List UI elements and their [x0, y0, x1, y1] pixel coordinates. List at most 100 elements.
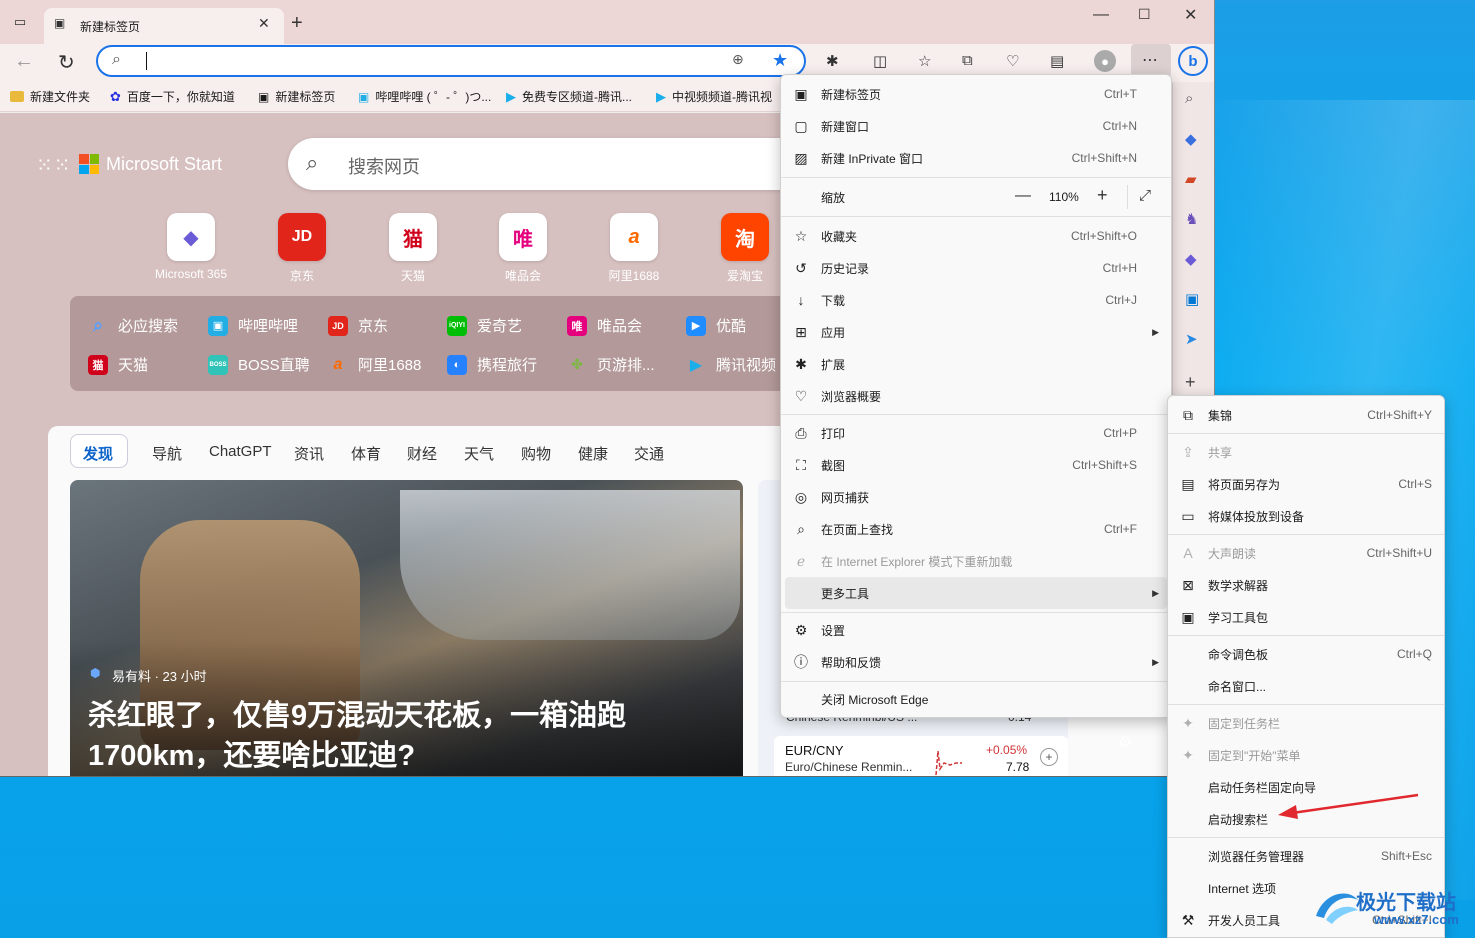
- favorite-item[interactable]: ▣ 新建标签页: [258, 88, 335, 105]
- extensions-toolbar-icon[interactable]: ✱: [826, 52, 839, 70]
- submenu-item-save-page[interactable]: ▤ 将页面另存为 Ctrl+S: [1168, 468, 1444, 500]
- tab-discover[interactable]: 发现: [70, 434, 128, 468]
- favorite-item[interactable]: ▶ 免费专区频道-腾讯...: [506, 88, 632, 105]
- menu-label: 收藏夹: [821, 229, 858, 244]
- menu-item-downloads[interactable]: ↓ 下载 Ctrl+J: [781, 284, 1171, 316]
- quick-link[interactable]: iQIYI 爱奇艺: [447, 315, 522, 336]
- menu-item-settings[interactable]: ⚙ 设置: [781, 614, 1171, 646]
- shortcut-tmall[interactable]: 猫天猫: [388, 213, 438, 284]
- tab-sports[interactable]: 体育: [351, 443, 381, 464]
- refresh-icon[interactable]: ↻: [58, 50, 75, 75]
- split-screen-icon[interactable]: ◫: [873, 52, 887, 70]
- quick-link[interactable]: a 阿里1688: [328, 354, 422, 375]
- maximize-icon[interactable]: ☐: [1138, 6, 1151, 23]
- address-bar[interactable]: ⌕ ⊕ ★: [96, 45, 806, 77]
- menu-item-apps[interactable]: ⊞ 应用 ▶: [781, 316, 1171, 348]
- menu-item-inprivate[interactable]: ▨ 新建 InPrivate 窗口 Ctrl+Shift+N: [781, 142, 1171, 174]
- quick-link[interactable]: ✤ 页游排...: [567, 354, 654, 375]
- zoom-indicator-icon[interactable]: ⊕: [732, 51, 744, 68]
- shortcut-jd[interactable]: JD 京东: [277, 213, 327, 284]
- shortcut-microsoft365[interactable]: ◆ Microsoft 365: [155, 213, 227, 281]
- favorites-toolbar-icon[interactable]: ☆: [918, 52, 931, 70]
- essentials-toolbar-icon[interactable]: ♡: [1006, 52, 1019, 70]
- fullscreen-icon[interactable]: ⤢: [1139, 187, 1151, 204]
- menu-item-extensions[interactable]: ✱ 扩展: [781, 348, 1171, 380]
- favorite-star-icon[interactable]: ★: [772, 50, 788, 71]
- tab-finance[interactable]: 财经: [407, 443, 437, 464]
- browser-essentials-icon[interactable]: ▤: [1050, 52, 1064, 70]
- quick-link[interactable]: 猫天猫: [88, 354, 148, 375]
- menu-item-help[interactable]: ⓘ 帮助和反馈 ▶: [781, 646, 1171, 678]
- favorite-item[interactable]: ▶ 中视频频道-腾讯视: [656, 88, 772, 105]
- quick-link[interactable]: ◐ 携程旅行: [447, 354, 537, 375]
- submenu-item-name-window[interactable]: 命名窗口...: [1168, 670, 1444, 702]
- collections-toolbar-icon[interactable]: ⧉: [962, 52, 973, 69]
- article-card[interactable]: ⬢ 易有料 · 23 小时 杀红眼了，仅售9万混动天花板，一箱油跑 1700km…: [70, 480, 743, 776]
- menu-item-favorites[interactable]: ☆ 收藏夹 Ctrl+Shift+O: [781, 220, 1171, 252]
- sidebar-m365-icon[interactable]: ◆: [1185, 250, 1197, 268]
- zoom-in-icon[interactable]: +: [1097, 185, 1108, 206]
- tab-weather[interactable]: 天气: [464, 443, 494, 464]
- tab-actions-icon[interactable]: ▭: [10, 12, 30, 32]
- apps-grid-icon[interactable]: ⁙⁙: [36, 153, 72, 178]
- menu-item-print[interactable]: ⎙ 打印 Ctrl+P: [781, 417, 1171, 449]
- feed-settings-icon[interactable]: ⚙: [1118, 732, 1132, 752]
- tab-shopping[interactable]: 购物: [521, 443, 551, 464]
- profile-avatar-icon[interactable]: ●: [1094, 50, 1116, 72]
- menu-item-close-edge[interactable]: 关闭 Microsoft Edge: [781, 683, 1171, 715]
- new-tab-plus-icon[interactable]: +: [291, 12, 303, 35]
- menu-item-new-window[interactable]: ▢ 新建窗口 Ctrl+N: [781, 110, 1171, 142]
- tab-chatgpt[interactable]: ChatGPT: [209, 443, 272, 460]
- quick-link[interactable]: JD 京东: [328, 315, 388, 336]
- sidebar-games-icon[interactable]: ♞: [1185, 210, 1198, 228]
- tab-health[interactable]: 健康: [578, 443, 608, 464]
- quick-link[interactable]: ⌕ 必应搜索: [88, 315, 178, 336]
- shortcut-aitaobao[interactable]: 淘爱淘宝: [720, 213, 770, 284]
- currency-row[interactable]: EUR/CNY Euro/Chinese Renmin... +0.05% 7.…: [774, 736, 1068, 776]
- close-window-icon[interactable]: ✕: [1184, 5, 1197, 25]
- sidebar-outlook-icon[interactable]: ▣: [1185, 290, 1199, 308]
- favorite-item[interactable]: ▣ 哔哩哔哩 ( ゜- ゜)つ...: [358, 88, 491, 105]
- favorite-item[interactable]: 新建文件夹: [10, 88, 90, 105]
- shortcut-label: 天猫: [400, 269, 425, 283]
- quick-link[interactable]: ▣ 哔哩哔哩: [208, 315, 298, 336]
- shortcut-vip[interactable]: 唯唯品会: [498, 213, 548, 284]
- zoom-out-icon[interactable]: —: [1015, 187, 1031, 205]
- search-box[interactable]: ⌕ 搜索网页: [288, 138, 808, 190]
- tab-news[interactable]: 资讯: [294, 443, 324, 464]
- menu-item-essentials[interactable]: ♡ 浏览器概要: [781, 380, 1171, 412]
- quick-link[interactable]: ▶ 腾讯视频: [686, 354, 776, 375]
- minimize-icon[interactable]: —: [1093, 6, 1109, 24]
- settings-more-button[interactable]: ⋯: [1131, 44, 1171, 78]
- sidebar-add-icon[interactable]: +: [1185, 372, 1196, 393]
- tab-new-tab[interactable]: ▣ 新建标签页 ✕: [44, 8, 284, 44]
- submenu-item-command-palette[interactable]: 命令调色板 Ctrl+Q: [1168, 638, 1444, 670]
- shortcut-1688[interactable]: a 阿里1688: [609, 213, 659, 284]
- address-input[interactable]: [150, 50, 710, 72]
- tab-traffic[interactable]: 交通: [634, 443, 664, 464]
- menu-item-web-capture[interactable]: ◎ 网页捕获: [781, 481, 1171, 513]
- sidebar-shopping-icon[interactable]: ◆: [1185, 130, 1197, 148]
- submenu-item-learning-toolkit[interactable]: ▣ 学习工具包: [1168, 601, 1444, 633]
- close-tab-icon[interactable]: ✕: [258, 15, 270, 32]
- submenu-item-task-manager[interactable]: 浏览器任务管理器 Shift+Esc: [1168, 840, 1444, 872]
- menu-item-screenshot[interactable]: ⛶ 截图 Ctrl+Shift+S: [781, 449, 1171, 481]
- submenu-item-collections[interactable]: ⧉ 集锦 Ctrl+Shift+Y: [1168, 399, 1444, 431]
- bing-copilot-icon[interactable]: b: [1178, 46, 1208, 76]
- add-currency-icon[interactable]: +: [1040, 748, 1058, 766]
- submenu-item-cast[interactable]: ▭ 将媒体投放到设备: [1168, 500, 1444, 532]
- menu-item-new-tab[interactable]: ▣ 新建标签页 Ctrl+T: [781, 78, 1171, 110]
- sidebar-search-icon[interactable]: ⌕: [1185, 90, 1193, 107]
- sidebar-tools-icon[interactable]: ▰: [1185, 170, 1197, 188]
- tab-nav[interactable]: 导航: [152, 443, 182, 464]
- submenu-item-math-solver[interactable]: ⊠ 数学求解器: [1168, 569, 1444, 601]
- sidebar-send-icon[interactable]: ➤: [1185, 330, 1198, 348]
- back-icon[interactable]: ←: [14, 50, 34, 73]
- quick-link[interactable]: BOSS BOSS直聘: [208, 354, 310, 375]
- quick-link[interactable]: 唯唯品会: [567, 315, 642, 336]
- favorite-item[interactable]: ✿ 百度一下，你就知道: [110, 88, 235, 105]
- menu-item-more-tools[interactable]: 更多工具 ▶: [785, 577, 1167, 609]
- menu-item-find[interactable]: ⌕ 在页面上查找 Ctrl+F: [781, 513, 1171, 545]
- quick-link[interactable]: ▶ 优酷: [686, 315, 746, 336]
- menu-item-history[interactable]: ↺ 历史记录 Ctrl+H: [781, 252, 1171, 284]
